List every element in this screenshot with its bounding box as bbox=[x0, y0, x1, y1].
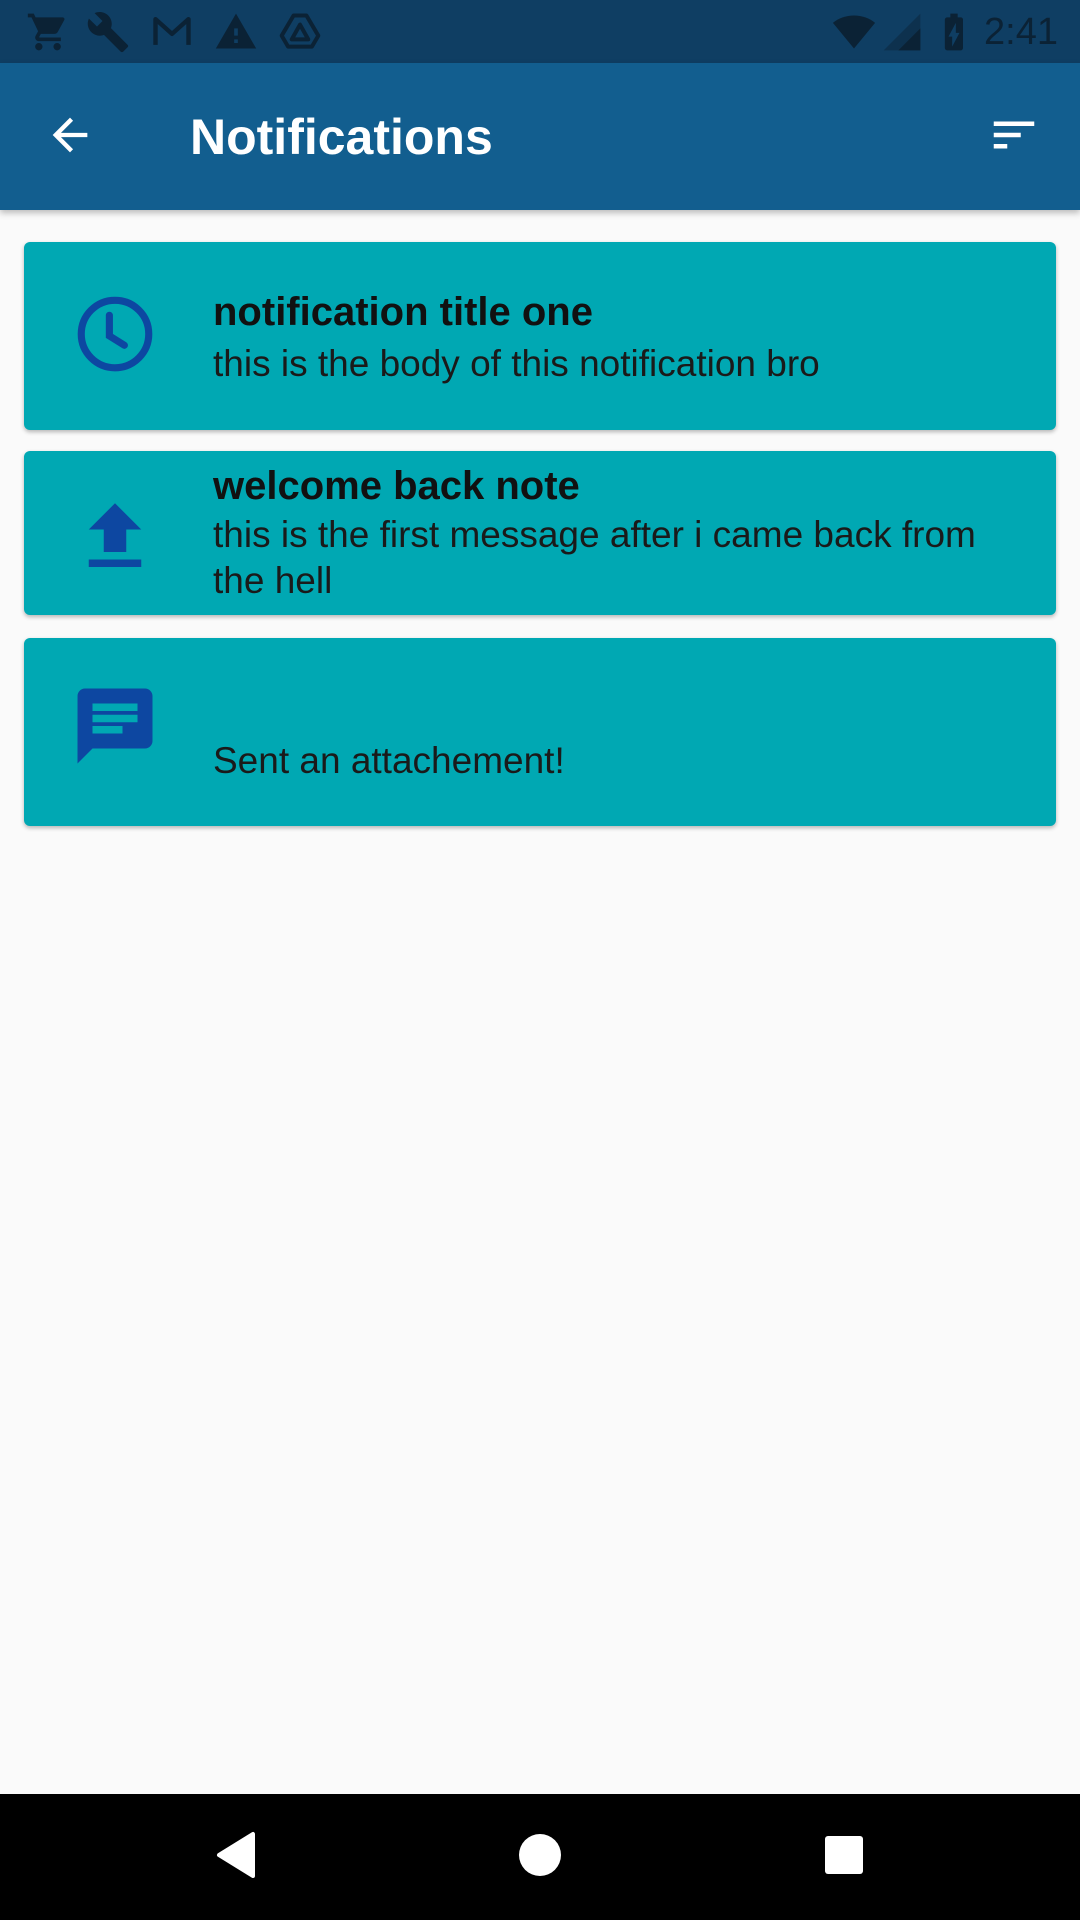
app-bar: Notifications bbox=[0, 63, 1080, 210]
page-title: Notifications bbox=[190, 109, 493, 165]
sort-button[interactable] bbox=[974, 97, 1054, 177]
status-time: 2:41 bbox=[984, 11, 1058, 53]
warning-icon bbox=[214, 10, 258, 54]
wrench-icon bbox=[86, 10, 130, 54]
battery-charging-icon bbox=[932, 10, 976, 54]
notification-body: this is the body of this notification br… bbox=[213, 343, 820, 384]
drive-icon bbox=[278, 10, 322, 54]
upload-icon bbox=[70, 492, 160, 582]
back-button[interactable] bbox=[30, 97, 110, 177]
clock-icon bbox=[70, 289, 160, 379]
notification-card[interactable]: Sent an attachement! bbox=[24, 638, 1056, 826]
notification-card[interactable]: notification title one this is the body … bbox=[24, 242, 1056, 430]
system-nav-bar bbox=[0, 1794, 1080, 1920]
arrow-back-icon bbox=[44, 109, 96, 166]
wifi-icon bbox=[832, 10, 876, 54]
nav-home-icon bbox=[518, 1833, 562, 1882]
notification-title: welcome back note bbox=[213, 464, 580, 508]
nav-home-button[interactable] bbox=[500, 1817, 580, 1897]
notification-card[interactable]: welcome back note this is the first mess… bbox=[24, 451, 1056, 615]
notification-title: notification title one bbox=[213, 290, 593, 334]
message-icon bbox=[70, 681, 160, 771]
notification-body: this is the first message after i came b… bbox=[213, 514, 976, 601]
sort-icon bbox=[987, 108, 1041, 167]
gmail-icon bbox=[150, 10, 194, 54]
nav-recents-button[interactable] bbox=[804, 1817, 884, 1897]
nav-back-button[interactable] bbox=[196, 1817, 276, 1897]
nav-back-icon bbox=[213, 1830, 259, 1885]
cellular-signal-icon bbox=[880, 10, 924, 54]
shopping-cart-icon bbox=[26, 10, 70, 54]
nav-recents-icon bbox=[824, 1835, 864, 1880]
notification-body: Sent an attachement! bbox=[213, 740, 565, 781]
status-bar: 2:41 bbox=[0, 0, 1080, 63]
